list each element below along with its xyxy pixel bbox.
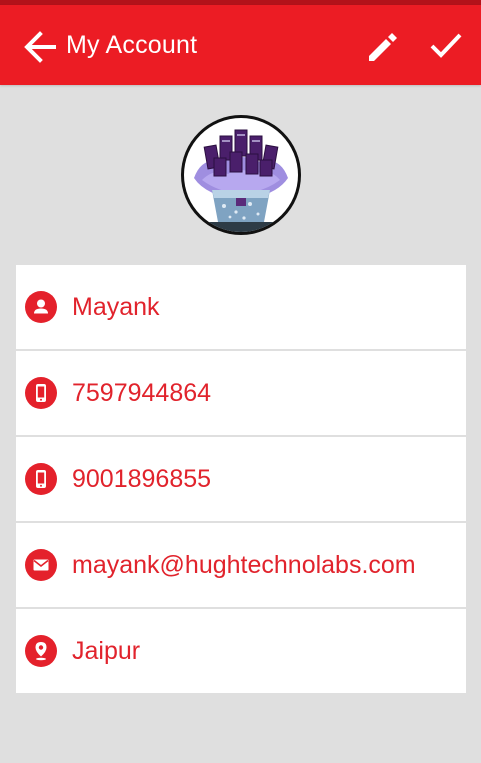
mobile-phone-icon xyxy=(25,463,57,495)
profile-photo xyxy=(184,118,298,232)
back-button[interactable] xyxy=(20,27,60,67)
save-button[interactable] xyxy=(427,27,465,65)
alternate-phone-value: 9001896855 xyxy=(72,465,212,493)
app-bar: My Account xyxy=(0,5,481,85)
email-icon xyxy=(25,549,57,581)
location-pin-icon xyxy=(25,635,57,667)
page-title: My Account xyxy=(66,31,198,59)
phone-value: 7597944864 xyxy=(72,379,212,407)
avatar[interactable] xyxy=(181,115,301,235)
mobile-phone-icon xyxy=(25,377,57,409)
check-icon xyxy=(430,33,462,58)
edit-button[interactable] xyxy=(364,27,402,65)
person-icon xyxy=(25,291,57,323)
email-field-row[interactable]: mayank@hughtechnolabs.com xyxy=(16,523,466,607)
phone-field-row[interactable]: 7597944864 xyxy=(16,351,466,435)
city-value: Jaipur xyxy=(72,637,141,665)
alternate-phone-field-row[interactable]: 9001896855 xyxy=(16,437,466,521)
arrow-back-icon xyxy=(24,31,56,63)
account-details-list: Mayank 7597944864 9001896855 mayank@hugh… xyxy=(16,265,466,695)
city-field-row[interactable]: Jaipur xyxy=(16,609,466,693)
name-field-row[interactable]: Mayank xyxy=(16,265,466,349)
name-value: Mayank xyxy=(72,293,160,321)
pencil-icon xyxy=(369,33,397,61)
email-value: mayank@hughtechnolabs.com xyxy=(72,551,416,579)
